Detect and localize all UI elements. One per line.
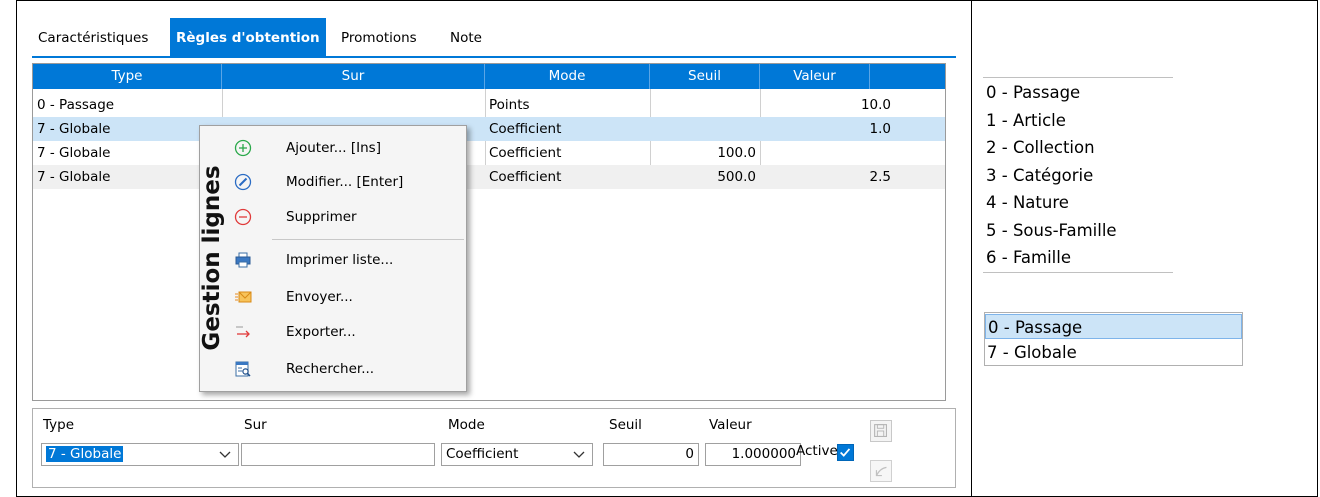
cell-mode: Coefficient bbox=[489, 121, 562, 137]
checkmark-icon bbox=[840, 448, 851, 457]
menu-item-label: Supprimer bbox=[286, 209, 357, 225]
chevron-down-icon bbox=[219, 451, 231, 458]
type-dropdown-list[interactable]: 0 - Passage 7 - Globale bbox=[984, 312, 1243, 366]
type-select[interactable]: 7 - Globale bbox=[41, 443, 239, 466]
type-select-value: 7 - Globale bbox=[46, 446, 124, 462]
column-header-sur[interactable]: Sur bbox=[222, 64, 485, 89]
dropdown-option-selected[interactable]: 0 - Passage bbox=[985, 314, 1242, 339]
type-values-list: 0 - Passage 1 - Article 2 - Collection 3… bbox=[983, 77, 1173, 273]
valeur-field[interactable]: 1.000000 bbox=[705, 443, 801, 466]
export-arrow-icon bbox=[236, 326, 250, 338]
menu-item-label: Ajouter... [Ins] bbox=[286, 140, 381, 156]
cell-mode: Points bbox=[489, 97, 530, 113]
cell-seuil: 500.0 bbox=[717, 169, 756, 185]
sur-label: Sur bbox=[244, 417, 267, 433]
menu-item-print[interactable]: Imprimer liste... bbox=[230, 243, 466, 277]
valeur-label: Valeur bbox=[709, 417, 752, 433]
menu-item-send[interactable]: Envoyer... bbox=[230, 280, 466, 314]
plus-circle-icon bbox=[234, 139, 252, 157]
save-button[interactable] bbox=[870, 420, 892, 442]
undo-arrow-icon bbox=[875, 466, 887, 477]
tab-promotions[interactable]: Promotions bbox=[335, 18, 423, 58]
chevron-down-icon bbox=[573, 451, 585, 458]
mode-select-value: Coefficient bbox=[446, 446, 519, 462]
cell-valeur bbox=[760, 141, 895, 165]
list-item[interactable]: 1 - Article bbox=[983, 108, 1173, 134]
cell-valeur: 10.0 bbox=[860, 97, 891, 113]
cell-seuil: 100.0 bbox=[717, 145, 756, 161]
grid-header: Type Sur Mode Seuil Valeur bbox=[33, 64, 945, 89]
tab-regles-obtention[interactable]: Règles d'obtention bbox=[170, 18, 326, 58]
frame-divider bbox=[971, 0, 972, 497]
column-header-seuil[interactable]: Seuil bbox=[650, 64, 760, 89]
active-label: Active bbox=[796, 443, 838, 459]
cell-seuil bbox=[650, 117, 760, 141]
list-item[interactable]: 5 - Sous-Famille bbox=[983, 218, 1173, 244]
table-row[interactable]: 0 - Passage Points 10.0 bbox=[33, 93, 945, 117]
tab-note[interactable]: Note bbox=[444, 18, 488, 58]
tab-caracteristiques[interactable]: Caractéristiques bbox=[32, 18, 154, 58]
menu-item-edit[interactable]: Modifier... [Enter] bbox=[230, 165, 466, 199]
context-menu: Gestion lignes Ajouter... [Ins] Modifier… bbox=[199, 125, 467, 392]
table-row[interactable]: 7 - Globale Coefficient 1.0 bbox=[33, 117, 945, 141]
sur-field[interactable] bbox=[241, 443, 435, 466]
list-item[interactable]: 6 - Famille bbox=[983, 245, 1173, 271]
menu-item-search[interactable]: Rechercher... bbox=[230, 352, 466, 386]
list-item[interactable]: 0 - Passage bbox=[983, 80, 1173, 106]
menu-item-export[interactable]: Exporter... bbox=[230, 315, 466, 349]
active-checkbox[interactable] bbox=[837, 444, 854, 461]
printer-icon bbox=[235, 252, 251, 268]
undo-button[interactable] bbox=[870, 460, 892, 482]
table-row[interactable]: 7 - Globale Coefficient 500.0 2.5 bbox=[33, 165, 945, 189]
cell-type: 0 - Passage bbox=[37, 97, 115, 113]
envelope-icon bbox=[235, 291, 252, 303]
column-header-valeur[interactable]: Valeur bbox=[760, 64, 870, 89]
menu-item-label: Imprimer liste... bbox=[286, 252, 394, 268]
cell-valeur: 1.0 bbox=[869, 121, 891, 137]
cell-valeur: 2.5 bbox=[869, 169, 891, 185]
list-item[interactable]: 2 - Collection bbox=[983, 135, 1173, 161]
menu-item-label: Rechercher... bbox=[286, 361, 375, 377]
list-item[interactable]: 3 - Catégorie bbox=[983, 163, 1173, 189]
minus-circle-icon bbox=[234, 208, 252, 226]
menu-item-label: Exporter... bbox=[286, 324, 356, 340]
context-menu-sidebar: Gestion lignes bbox=[193, 126, 231, 391]
menu-item-label: Modifier... [Enter] bbox=[286, 174, 404, 190]
tab-underline bbox=[32, 56, 956, 58]
menu-separator bbox=[272, 239, 464, 240]
cell-seuil bbox=[650, 93, 760, 117]
search-document-icon bbox=[235, 361, 251, 377]
context-menu-title: Gestion lignes bbox=[199, 165, 225, 351]
cell-sur bbox=[222, 93, 485, 117]
cell-mode: Coefficient bbox=[489, 145, 562, 161]
list-item[interactable]: 4 - Nature bbox=[983, 190, 1173, 216]
menu-item-add[interactable]: Ajouter... [Ins] bbox=[230, 131, 466, 165]
menu-item-label: Envoyer... bbox=[286, 289, 353, 305]
edit-circle-icon bbox=[234, 173, 252, 191]
column-header-type[interactable]: Type bbox=[33, 64, 222, 89]
dropdown-option[interactable]: 7 - Globale bbox=[985, 340, 1242, 365]
rules-grid[interactable]: Type Sur Mode Seuil Valeur 0 - Passage P… bbox=[32, 63, 946, 401]
mode-label: Mode bbox=[448, 417, 485, 433]
type-label: Type bbox=[43, 417, 75, 433]
menu-item-delete[interactable]: Supprimer bbox=[230, 200, 466, 234]
table-row[interactable]: 7 - Globale Coefficient 100.0 bbox=[33, 141, 945, 165]
column-header-mode[interactable]: Mode bbox=[485, 64, 650, 89]
mode-select[interactable]: Coefficient bbox=[441, 443, 593, 466]
floppy-disk-icon bbox=[874, 424, 887, 437]
seuil-field[interactable]: 0 bbox=[603, 443, 699, 466]
cell-mode: Coefficient bbox=[489, 169, 562, 185]
seuil-label: Seuil bbox=[609, 417, 642, 433]
